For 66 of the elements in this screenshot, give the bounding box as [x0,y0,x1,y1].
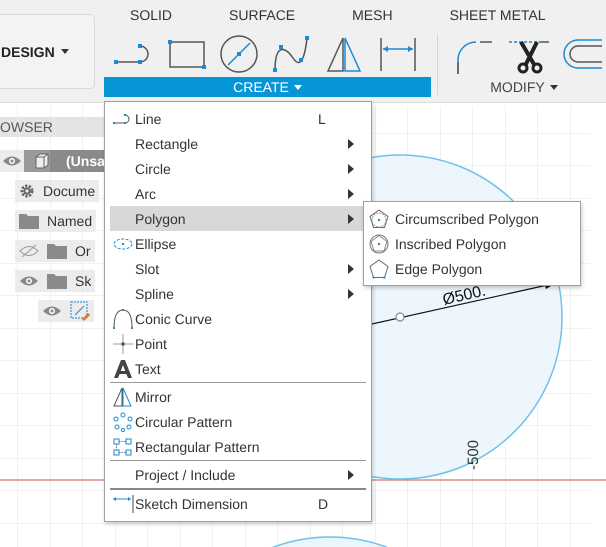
browser-item[interactable]: Or [15,240,95,262]
folder-icon [19,213,39,229]
menu-item[interactable]: Slot [110,256,366,281]
menu-item[interactable]: Point [110,331,366,356]
menu-item[interactable]: Spline [110,281,366,306]
menu-item[interactable]: Text [110,356,366,381]
circle-tool-icon[interactable] [218,34,260,74]
submenu-arrow-icon [348,214,354,224]
crosshair-icon [112,334,132,354]
submenu-arrow-icon [348,138,354,148]
menu-item[interactable]: Circle [110,156,366,181]
menu-item[interactable]: Line L [110,106,366,131]
line-icon [112,114,132,124]
center-point[interactable] [395,312,405,322]
workspace-button[interactable]: DESIGN [0,14,95,89]
submenu-arrow-icon [348,470,354,480]
menu-item[interactable]: Rectangular Pattern [110,434,366,459]
browser-header[interactable]: OWSER [0,117,104,137]
menu-item[interactable]: Circumscribed Polygon [369,206,575,231]
gear-icon [19,183,35,199]
pentagon-icon [369,234,389,254]
submenu-arrow-icon [348,188,354,198]
caret-icon [60,49,69,54]
toolbar-tab[interactable]: SOLID [130,7,172,23]
menu-item[interactable]: Sketch Dimension D [110,491,366,516]
ellipse-icon [112,238,132,250]
caret-icon [550,84,558,90]
menu-item[interactable]: Circular Pattern [110,409,366,434]
menu-item[interactable]: Polygon [110,206,366,231]
toolbar-group-menu[interactable]: MODIFY [446,77,602,97]
submenu-arrow-icon [348,164,354,174]
dimension-icon [112,494,134,514]
submenu-arrow-icon [348,288,354,298]
eye-icon[interactable] [42,305,62,317]
eye-icon[interactable] [2,155,22,167]
submenu-arrow-icon [348,264,354,274]
mirror-icon [112,386,132,406]
pentagon-icon [369,258,389,278]
menu-item[interactable]: Rectangle [110,131,366,156]
menu-item[interactable]: Mirror [110,384,366,409]
pentagon-icon [369,208,389,228]
browser-item[interactable]: Sk [15,270,96,292]
menu-item[interactable]: Project / Include [110,462,366,487]
toolbar-tab[interactable]: SHEET METAL [450,7,546,23]
browser-item[interactable] [38,300,94,322]
menu-item[interactable]: Conic Curve [110,306,366,331]
folder-icon [47,243,67,259]
dimension-label[interactable]: Ø500. [441,282,488,309]
browser-item[interactable]: Named [15,210,96,232]
axis-label: -500 [465,440,482,470]
eye-icon[interactable] [19,275,39,287]
rectangular-pattern-icon [112,438,132,456]
menu-item[interactable]: Edge Polygon [369,256,575,281]
box-icon [34,153,50,169]
menu-item[interactable]: Ellipse [110,231,366,256]
sketch-icon [70,301,90,321]
browser-item[interactable]: Docume [15,180,100,202]
caret-icon [294,84,302,90]
toolbar-tab[interactable]: SURFACE [229,7,296,23]
circular-pattern-icon [112,412,132,432]
toolbar-tab[interactable]: MESH [352,7,393,23]
menu-item[interactable]: Arc [110,181,366,206]
arch-curve-icon [112,308,132,328]
menu-item[interactable]: Inscribed Polygon [369,231,575,256]
letter-icon [112,358,132,378]
folder-icon [47,273,67,289]
